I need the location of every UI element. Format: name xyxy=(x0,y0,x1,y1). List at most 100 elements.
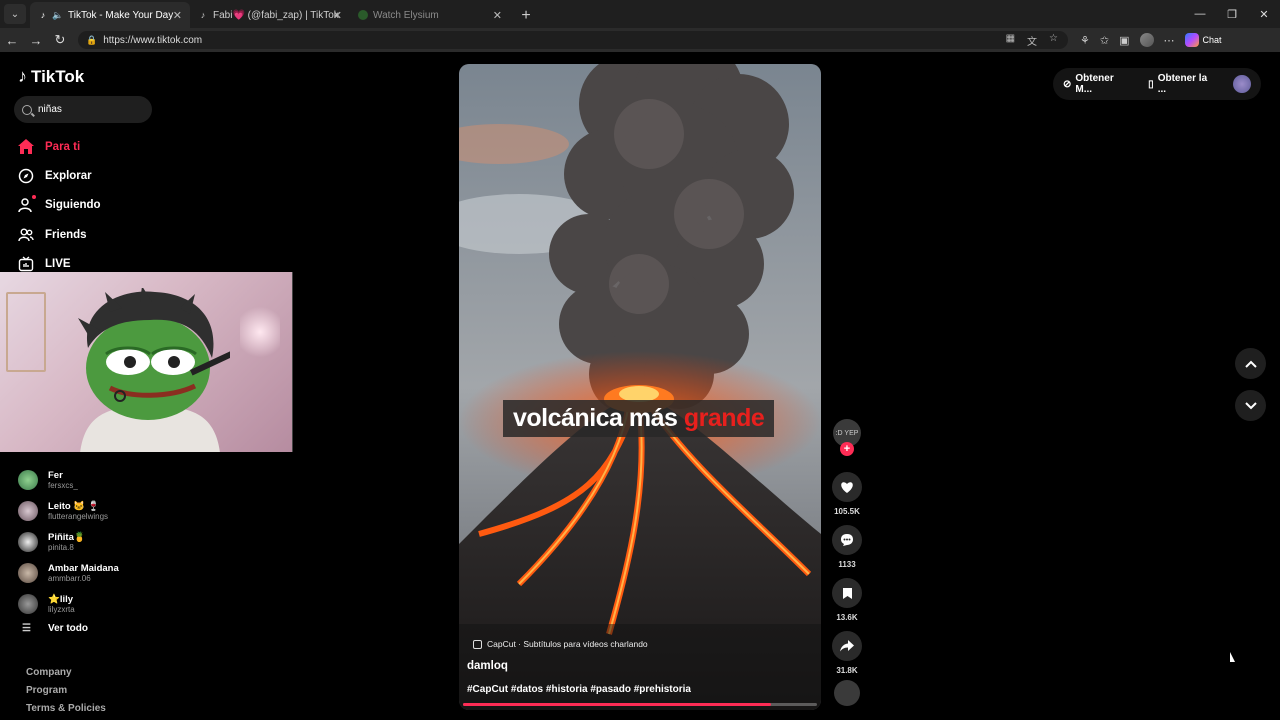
follow-plus-icon[interactable]: + xyxy=(840,442,854,456)
friends-icon xyxy=(18,227,34,243)
close-window-icon[interactable]: ✕ xyxy=(1248,0,1280,28)
lamp-image xyxy=(240,302,280,362)
live-icon xyxy=(18,256,34,272)
avatar xyxy=(18,469,38,490)
chevron-down-icon xyxy=(1244,401,1257,409)
user-avatar[interactable] xyxy=(1233,75,1251,93)
avatar xyxy=(18,531,38,552)
close-tab-icon[interactable]: ✕ xyxy=(173,9,182,22)
sidebar-nav: Para ti Explorar Siguiendo Friends LIVE xyxy=(18,132,101,278)
share-icon xyxy=(840,640,854,652)
video-caption: volcánica más grande xyxy=(503,400,775,437)
footer-link-program[interactable]: Program xyxy=(26,682,106,700)
forward-icon[interactable]: → xyxy=(24,28,48,52)
translate-icon[interactable]: 文 xyxy=(1027,33,1037,48)
app-available-icon[interactable]: ▦ xyxy=(1006,33,1015,48)
list-item[interactable]: Piñita🍍 pinita.8 xyxy=(18,526,119,557)
webcam-overlay xyxy=(0,272,293,452)
address-toolbar: ← → ↻ 🔒 https://www.tiktok.com ▦ 文 ☆ ⚘ ✩… xyxy=(0,28,1280,52)
url-bar[interactable]: 🔒 https://www.tiktok.com ▦ 文 ☆ xyxy=(78,31,1068,49)
tab-title: Watch Elysium xyxy=(373,9,439,21)
phone-icon: ▯ xyxy=(1148,78,1154,90)
tab-elysium[interactable]: Watch Elysium ✕ xyxy=(350,2,510,28)
nav-item-para-ti[interactable]: Para ti xyxy=(18,132,101,161)
list-item[interactable]: Fer fersxcs_ xyxy=(18,464,119,495)
chat-button[interactable]: Chat xyxy=(1184,33,1222,47)
get-app-label: Obtener la ... xyxy=(1157,73,1208,95)
account-name: ⭐lily xyxy=(48,593,74,605)
tab-fabi[interactable]: ♪ Fabi💗 (@fabi_zap) | TikTok ✕ xyxy=(190,2,350,28)
save-count: 13.6K xyxy=(836,613,858,622)
search-box[interactable] xyxy=(14,96,152,123)
comment-icon xyxy=(841,534,853,546)
restore-icon[interactable]: ❐ xyxy=(1216,0,1248,28)
see-all-button[interactable]: ☰ Ver todo xyxy=(18,623,119,634)
back-icon[interactable]: ← xyxy=(0,28,24,52)
footer-link-terms[interactable]: Terms & Policies xyxy=(26,700,106,718)
home-icon xyxy=(18,139,34,155)
account-handle: flutterangelwings xyxy=(48,511,109,521)
list-item[interactable]: Leito 🐱 🍷 flutterangelwings xyxy=(18,495,119,526)
caption-highlight: grande xyxy=(683,404,765,432)
video-progress-bar[interactable] xyxy=(463,703,817,706)
comment-button[interactable] xyxy=(832,525,862,555)
tab-title: Fabi💗 (@fabi_zap) | TikTok xyxy=(213,9,339,21)
profile-avatar[interactable] xyxy=(1139,33,1154,47)
nav-item-friends[interactable]: Friends xyxy=(18,220,101,249)
account-name: Fer xyxy=(48,469,63,481)
capcut-link[interactable]: CapCut · Subtítulos para vídeos charland… xyxy=(473,639,648,649)
minimize-icon[interactable]: — xyxy=(1184,0,1216,28)
music-disc-icon[interactable] xyxy=(834,680,860,706)
nav-item-explorar[interactable]: Explorar xyxy=(18,161,101,190)
new-tab-button[interactable]: + xyxy=(514,4,538,28)
favorite-star-icon[interactable]: ☆ xyxy=(1049,33,1058,48)
video-author[interactable]: damloq xyxy=(467,660,508,672)
like-count: 105.5K xyxy=(834,507,860,516)
caption-text: volcánica más xyxy=(513,404,684,432)
tab-tiktok[interactable]: ♪ 🔈 TikTok - Make Your Day ✕ xyxy=(30,2,190,28)
refresh-icon[interactable]: ↻ xyxy=(48,28,72,52)
bookmark-icon xyxy=(842,587,852,599)
close-tab-icon[interactable]: ✕ xyxy=(493,9,502,22)
favorites-icon[interactable]: ✩ xyxy=(1100,34,1109,47)
more-icon[interactable]: ⋯ xyxy=(1164,34,1175,47)
account-handle: lilyzxrta xyxy=(48,604,75,614)
speaker-icon[interactable]: 🔈 xyxy=(52,10,63,20)
get-app-button[interactable]: ▯ Obtener la ... xyxy=(1148,73,1217,95)
video-hashtags[interactable]: #CapCut #datos #historia #pasado #prehis… xyxy=(467,684,691,695)
account-handle: fersxcs_ xyxy=(48,480,78,490)
save-button[interactable] xyxy=(832,578,862,608)
list-item[interactable]: ⭐lily lilyzxrta xyxy=(18,588,119,619)
avatar xyxy=(18,562,38,583)
chat-label: Chat xyxy=(1202,35,1222,45)
pepe-avatar-image xyxy=(78,288,230,452)
url-text: https://www.tiktok.com xyxy=(103,34,203,46)
extensions-icon[interactable]: ⚘ xyxy=(1080,34,1090,47)
capcut-icon xyxy=(473,639,482,649)
capcut-label: CapCut · Subtítulos para vídeos charland… xyxy=(487,639,648,649)
like-button[interactable] xyxy=(832,472,862,502)
progress-fill xyxy=(463,703,771,706)
next-video-button[interactable] xyxy=(1235,390,1266,421)
list-item[interactable]: Ambar Maidana ammbarr.06 xyxy=(18,557,119,588)
nav-item-siguiendo[interactable]: Siguiendo xyxy=(18,191,101,220)
search-icon[interactable] xyxy=(22,104,32,115)
collections-icon[interactable]: ▣ xyxy=(1119,34,1129,47)
tiktok-logo[interactable]: ♪ TikTok xyxy=(18,66,84,87)
search-input[interactable] xyxy=(38,104,138,115)
footer-link-company[interactable]: Company xyxy=(26,664,106,682)
share-button[interactable] xyxy=(832,631,862,661)
close-tab-icon[interactable]: ✕ xyxy=(333,9,342,22)
nav-label: Explorar xyxy=(45,169,92,182)
video-actions: :D YEP + 105.5K 1133 13.6K 31.8K xyxy=(830,419,864,684)
mouse-cursor xyxy=(1230,652,1235,662)
get-coins-button[interactable]: ⊘ Obtener M... xyxy=(1063,73,1132,95)
compass-icon xyxy=(18,168,34,184)
following-icon xyxy=(18,197,34,213)
copilot-icon xyxy=(1184,33,1199,47)
heart-icon xyxy=(841,481,853,493)
video-player[interactable]: volcánica más grande CapCut · Subtítulos… xyxy=(459,64,821,710)
previous-video-button[interactable] xyxy=(1235,348,1266,379)
share-count: 31.8K xyxy=(836,666,858,675)
tab-actions-menu[interactable]: ⌄ xyxy=(4,4,26,24)
